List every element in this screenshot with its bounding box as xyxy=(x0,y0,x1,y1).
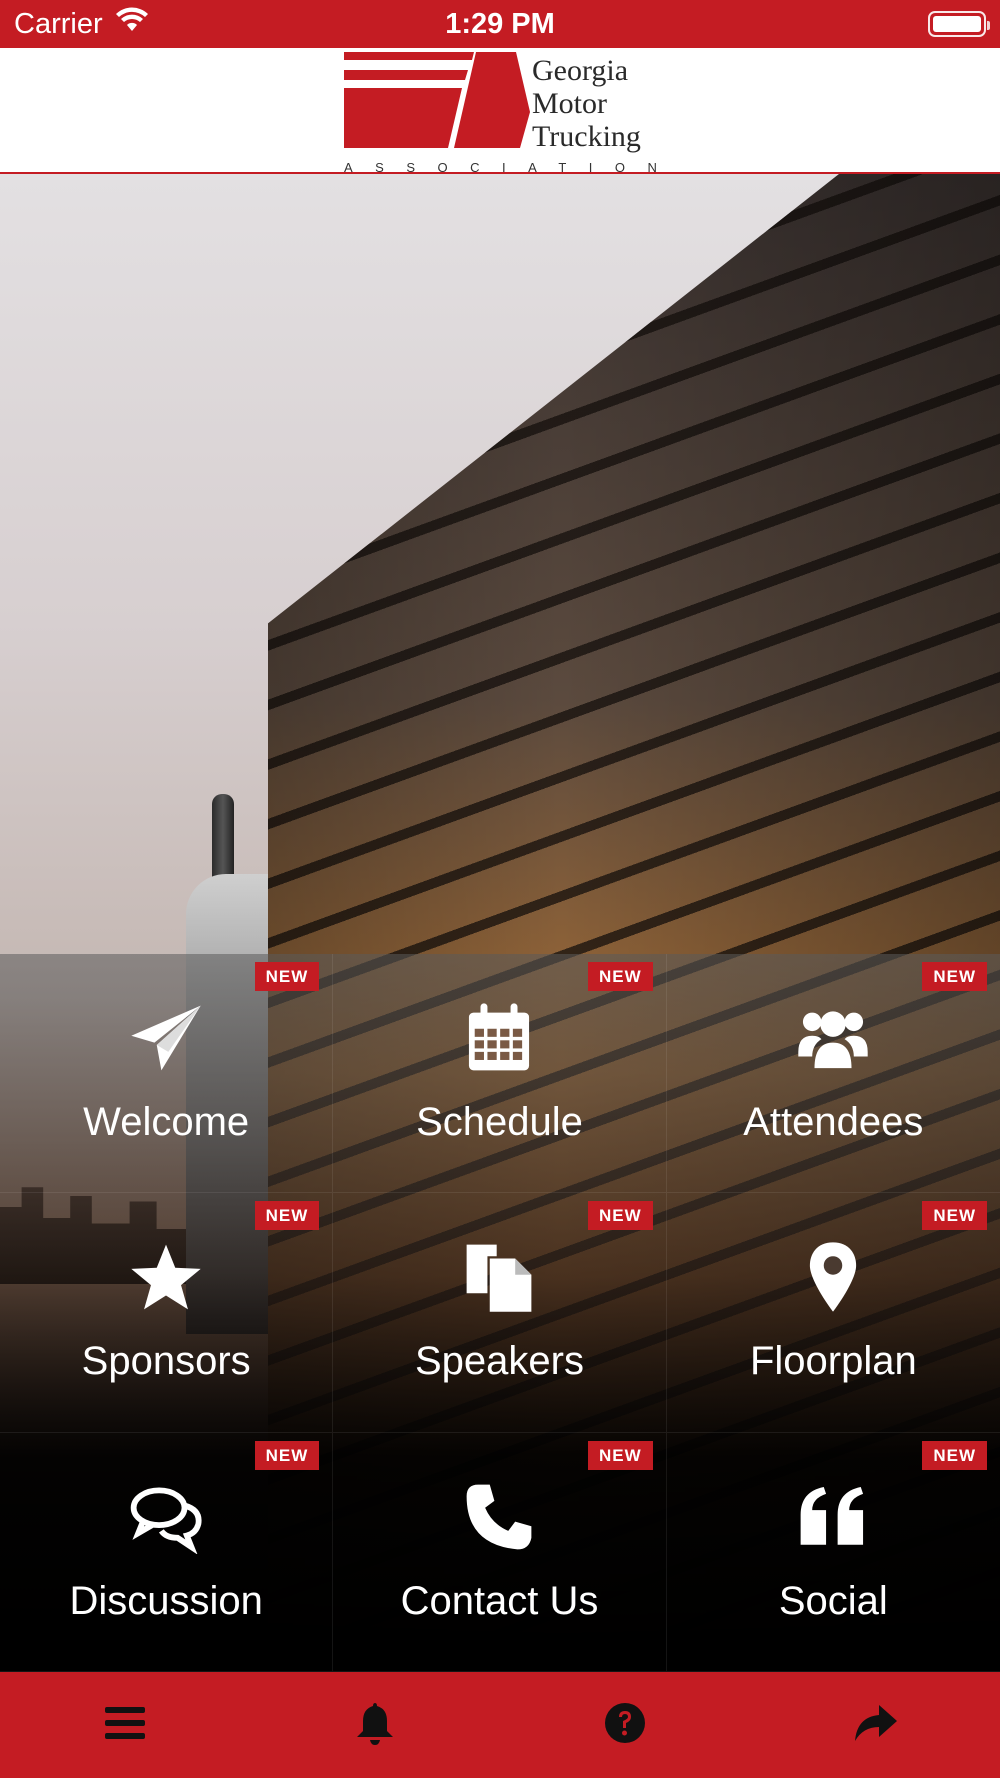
logo-subtitle: ASSOCIATION xyxy=(344,160,680,175)
wifi-icon xyxy=(115,7,149,41)
help-icon xyxy=(601,1699,649,1752)
star-icon xyxy=(126,1237,206,1317)
menu-label: Welcome xyxy=(83,1100,250,1144)
menu-tile-welcome[interactable]: NEW Welcome xyxy=(0,954,334,1194)
new-badge: NEW xyxy=(254,1201,320,1231)
menu-label: Sponsors xyxy=(81,1339,251,1384)
new-badge: NEW xyxy=(922,1440,987,1470)
menu-tile-contact-us[interactable]: NEW Contact Us xyxy=(333,1432,667,1672)
share-button[interactable] xyxy=(750,1699,1000,1752)
logo-line-motor: Motor xyxy=(532,87,607,120)
new-badge: NEW xyxy=(254,962,320,991)
new-badge: NEW xyxy=(922,962,987,991)
chat-bubbles-icon xyxy=(126,1477,206,1557)
new-badge: NEW xyxy=(922,1201,987,1231)
menu-tile-social[interactable]: NEW Social xyxy=(666,1433,1000,1672)
new-badge: NEW xyxy=(587,962,653,991)
new-badge: NEW xyxy=(587,1440,653,1470)
bell-icon xyxy=(351,1699,399,1752)
association-logo: Georgia Motor Trucking ASSOCIATION xyxy=(344,52,680,175)
logo-line-trucking: Trucking xyxy=(532,120,641,153)
battery-level xyxy=(933,16,981,32)
hamburger-menu-icon xyxy=(101,1699,149,1752)
phone-icon xyxy=(459,1477,539,1557)
status-time: 1:29 PM xyxy=(445,7,555,40)
menu-label: Speakers xyxy=(415,1339,584,1384)
menu-label: Contact Us xyxy=(400,1578,599,1623)
status-bar: Carrier 1:29 PM xyxy=(0,0,1000,48)
menu-tile-discussion[interactable]: NEW Discussion xyxy=(0,1432,334,1672)
status-left: Carrier xyxy=(14,7,149,41)
new-badge: NEW xyxy=(587,1201,653,1231)
app-screen: Carrier 1:29 PM Georgia Motor Trucking A… xyxy=(0,0,1000,1778)
menu-tile-floorplan[interactable]: NEW Floorplan xyxy=(666,1193,1000,1433)
menu-tile-schedule[interactable]: NEW Schedule xyxy=(333,954,667,1194)
carrier-label: Carrier xyxy=(14,7,103,40)
menu-button[interactable] xyxy=(0,1699,250,1752)
menu-label: Discussion xyxy=(69,1578,263,1623)
bottom-toolbar xyxy=(0,1672,1000,1778)
menu-tile-speakers[interactable]: NEW Speakers xyxy=(333,1193,667,1433)
paper-plane-icon xyxy=(126,998,206,1078)
help-button[interactable] xyxy=(500,1699,750,1752)
logo-mark-icon xyxy=(344,52,530,148)
menu-label: Attendees xyxy=(743,1100,924,1144)
battery-icon xyxy=(928,11,990,37)
map-marker-icon xyxy=(793,1237,873,1317)
share-icon xyxy=(851,1699,899,1752)
menu-tile-sponsors[interactable]: NEW Sponsors xyxy=(0,1193,334,1433)
documents-icon xyxy=(459,1237,539,1317)
logo-wordmark: Georgia Motor Trucking xyxy=(532,54,641,153)
notifications-button[interactable] xyxy=(250,1699,500,1752)
quote-icon xyxy=(793,1477,873,1557)
main-menu-grid: NEW Welcome NEW Schedule NEW Attendees N… xyxy=(0,954,1000,1672)
app-header: Georgia Motor Trucking ASSOCIATION xyxy=(0,48,1000,175)
menu-tile-attendees[interactable]: NEW Attendees xyxy=(666,954,1000,1194)
new-badge: NEW xyxy=(254,1440,320,1470)
menu-label: Schedule xyxy=(416,1100,583,1144)
menu-label: Floorplan xyxy=(749,1339,917,1384)
users-icon xyxy=(793,998,873,1078)
logo-line-georgia: Georgia xyxy=(532,54,629,87)
calendar-icon xyxy=(459,998,539,1078)
menu-label: Social xyxy=(778,1578,888,1623)
